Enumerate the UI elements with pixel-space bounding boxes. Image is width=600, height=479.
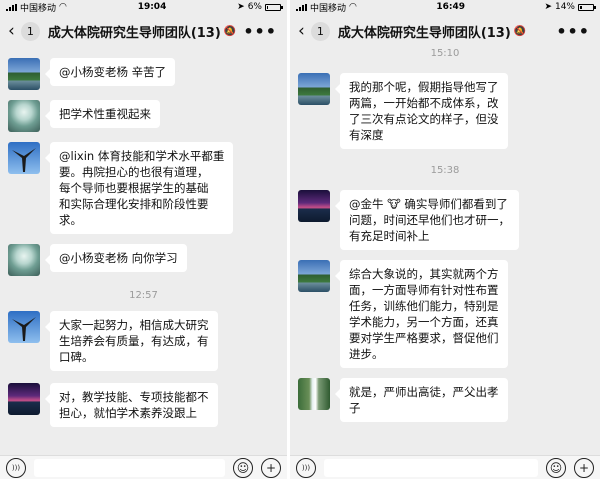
message-bubble[interactable]: 就是，严师出高徒，严父出孝 子 [335,378,508,422]
signal-icon [296,3,307,11]
message-item: @小杨变老杨 辛苦了 [0,58,287,90]
landscape-avatar[interactable] [298,73,330,105]
signal-icon [6,3,17,11]
night-view-avatar[interactable] [298,190,330,222]
chat-header: ‹ 1 成大体院研究生导师团队(13) 🔕 ••• [290,14,600,48]
message-bubble[interactable]: @小杨变老杨 向你学习 [45,244,187,272]
message-bubble[interactable]: 把学术性重视起来 [45,100,160,128]
battery-percent: 14% [554,2,575,12]
unread-count-badge[interactable]: 1 [20,21,40,41]
emoji-icon[interactable]: ☺ [233,457,253,478]
message-bubble[interactable]: @小杨变老杨 辛苦了 [44,58,176,86]
more-options-icon[interactable]: ••• [556,22,590,41]
message-list: 15:10 我的那个呢，假期指导他写了 两篇，一开始都不成体系，改 了三次有点论… [290,48,600,422]
mute-icon: 🔕 [223,25,237,37]
group-title: 成大体院研究生导师团队(13) [47,25,221,41]
back-icon[interactable]: ‹ [8,21,15,41]
message-bubble[interactable]: @金牛 🐮 确实导师们都看到了 问题，时间还早他们也才研一， 有充足时间补上 [335,190,519,250]
landscape-avatar[interactable] [8,58,40,90]
status-bar: 中国移动 ◠ 19:04 ➤ 6% [0,0,287,14]
message-item: 综合大象说的，其实就两个方 面，一方面导师有针对性布置 任务，训练他们能力，特别… [290,260,600,368]
input-bar: ))) ☺ + [290,455,600,479]
landscape-avatar[interactable] [298,260,330,292]
wifi-icon: ◠ [59,2,67,12]
status-bar: 中国移动 ◠ 16:49 ➤ 14% [290,0,600,14]
message-list: @小杨变老杨 辛苦了 把学术性重视起来 @lixin 体育技能和学术水平都重 要… [0,58,287,427]
eagle-sculpture-avatar[interactable] [8,142,40,174]
message-item: 把学术性重视起来 [0,100,287,132]
waterfall-avatar[interactable] [298,378,330,410]
message-item: @金牛 🐮 确实导师们都看到了 问题，时间还早他们也才研一， 有充足时间补上 [290,190,600,250]
message-input[interactable] [324,458,538,477]
message-item: 就是，严师出高徒，严父出孝 子 [290,378,600,422]
message-bubble[interactable]: 我的那个呢，假期指导他写了 两篇，一开始都不成体系，改 了三次有点论文的样子，但… [335,73,508,149]
wifi-icon: ◠ [349,2,357,12]
clock: 16:49 [436,2,465,12]
message-item: 大家一起努力，相信成大研究 生培养会有质量，有达成，有 口碑。 [0,311,287,371]
night-view-avatar[interactable] [8,383,40,415]
plus-icon[interactable]: + [261,457,281,478]
time-separator: 15:38 [430,165,460,176]
jade-statue-avatar[interactable] [8,100,40,132]
plus-icon[interactable]: + [574,457,594,478]
chat-header: ‹ 1 成大体院研究生导师团队(13) 🔕 ••• [0,14,287,48]
message-item: @lixin 体育技能和学术水平都重 要。冉院担心的也很有道理， 每个导师也要根… [0,142,287,234]
location-icon: ➤ [544,2,552,12]
input-bar: ))) ☺ + [0,455,287,479]
message-bubble[interactable]: @lixin 体育技能和学术水平都重 要。冉院担心的也很有道理， 每个导师也要根… [44,142,234,234]
group-title: 成大体院研究生导师团队(13) [337,25,511,41]
right-chat-screen: 中国移动 ◠ 16:49 ➤ 14% ‹ 1 成大体院研究生导师团队(13) 🔕… [290,0,600,479]
mute-icon: 🔕 [513,25,527,37]
message-item: 对，教学技能、专项技能都不 担心，就怕学术素养没跟上 [0,383,287,427]
more-options-icon[interactable]: ••• [243,22,277,41]
time-separator: 15:10 [430,48,460,59]
battery-percent: 6% [247,2,262,12]
carrier-name: 中国移动 [20,3,57,14]
message-bubble[interactable]: 综合大象说的，其实就两个方 面，一方面导师有针对性布置 任务，训练他们能力，特别… [335,260,508,368]
jade-statue-avatar[interactable] [8,244,40,276]
clock: 19:04 [137,2,167,12]
carrier-name: 中国移动 [310,3,347,14]
voice-icon[interactable]: ))) [6,457,26,478]
message-bubble[interactable]: 对，教学技能、专项技能都不 担心，就怕学术素养没跟上 [45,383,218,427]
voice-icon[interactable]: ))) [296,457,316,478]
unread-count-badge[interactable]: 1 [310,21,330,41]
emoji-icon[interactable]: ☺ [546,457,566,478]
battery-icon [264,3,283,11]
message-item: @小杨变老杨 向你学习 [0,244,287,276]
battery-icon [578,3,596,11]
message-input[interactable] [34,458,225,477]
time-separator: 12:57 [129,290,158,301]
location-icon: ➤ [237,2,245,12]
back-icon[interactable]: ‹ [298,21,305,41]
left-chat-screen: 中国移动 ◠ 19:04 ➤ 6% ‹ 1 成大体院研究生导师团队(13) 🔕 … [0,0,287,479]
message-item: 我的那个呢，假期指导他写了 两篇，一开始都不成体系，改 了三次有点论文的样子，但… [290,73,600,149]
eagle-sculpture-avatar[interactable] [8,311,40,343]
message-bubble[interactable]: 大家一起努力，相信成大研究 生培养会有质量，有达成，有 口碑。 [45,311,218,371]
